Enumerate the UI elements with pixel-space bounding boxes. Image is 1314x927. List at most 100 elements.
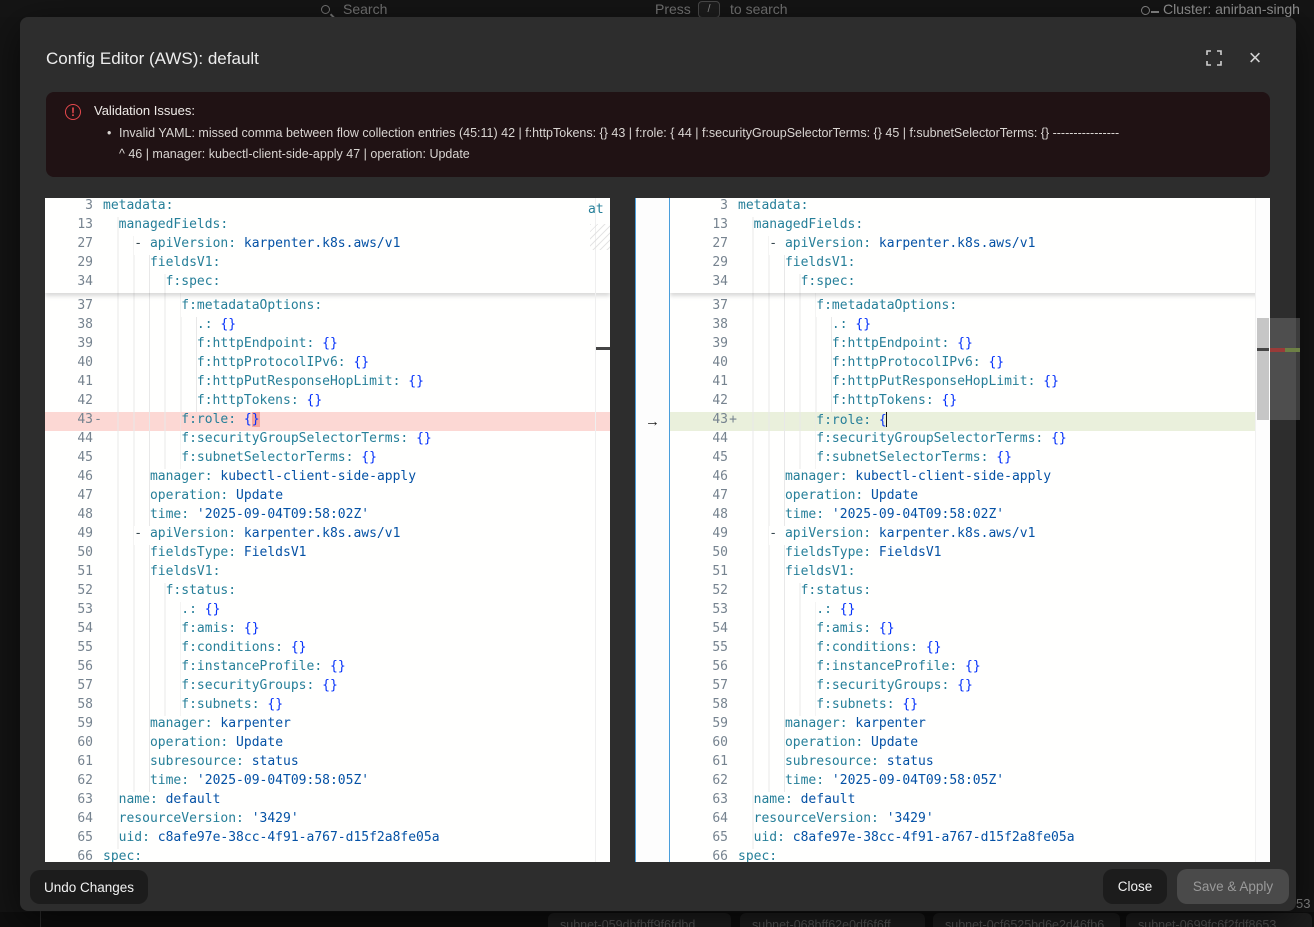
- code-line[interactable]: 58f:subnets: {}: [45, 697, 610, 716]
- code-line-add[interactable]: 43+f:role: {: [670, 412, 1270, 431]
- line-number: 52: [45, 583, 93, 602]
- code-line[interactable]: 64resourceVersion: '3429': [670, 811, 1270, 830]
- diff-sash[interactable]: →: [635, 198, 670, 862]
- code-line[interactable]: 39f:httpEndpoint: {}: [45, 336, 610, 355]
- code-line[interactable]: 54f:amis: {}: [670, 621, 1270, 640]
- code-line[interactable]: 47operation: Update: [670, 488, 1270, 507]
- code-line[interactable]: 65uid: c8afe97e-38cc-4f91-a767-d15f2a8fe…: [670, 830, 1270, 849]
- code-line[interactable]: 38.: {}: [670, 317, 1270, 336]
- close-button[interactable]: Close: [1103, 869, 1167, 904]
- code-line[interactable]: 49- apiVersion: karpenter.k8s.aws/v1: [45, 526, 610, 545]
- line-number: 58: [670, 697, 728, 716]
- revert-change-arrow-icon[interactable]: →: [636, 412, 669, 431]
- code-line[interactable]: 52f:status:: [45, 583, 610, 602]
- sticky-scroll-original[interactable]: 3metadata:13managedFields:27- apiVersion…: [45, 198, 610, 293]
- save-apply-button[interactable]: Save & Apply: [1177, 869, 1289, 904]
- code-line[interactable]: 63name: default: [45, 792, 610, 811]
- code-line[interactable]: 46manager: kubectl-client-side-apply: [45, 469, 610, 488]
- line-number: 62: [45, 773, 93, 792]
- code-line[interactable]: 53.: {}: [670, 602, 1270, 621]
- code-line[interactable]: 29fieldsV1:: [670, 255, 1270, 274]
- scrollbar-track[interactable]: [1255, 198, 1270, 862]
- code-line[interactable]: 13managedFields:: [45, 217, 610, 236]
- code-text: f:conditions: {}: [738, 640, 942, 659]
- code-line[interactable]: 3metadata:: [670, 198, 1270, 217]
- line-number: 49: [45, 526, 93, 545]
- code-line[interactable]: 13managedFields:: [670, 217, 1270, 236]
- code-line[interactable]: 56f:instanceProfile: {}: [45, 659, 610, 678]
- scrollbar-slider[interactable]: [1257, 318, 1269, 420]
- code-line[interactable]: 44f:securityGroupSelectorTerms: {}: [45, 431, 610, 450]
- code-line[interactable]: 37f:metadataOptions:: [670, 298, 1270, 317]
- code-line[interactable]: 27- apiVersion: karpenter.k8s.aws/v1: [45, 236, 610, 255]
- diff-overview-ruler[interactable]: [1270, 198, 1300, 862]
- code-line[interactable]: 42f:httpTokens: {}: [45, 393, 610, 412]
- diff-marker: [728, 255, 738, 274]
- sticky-scroll-modified[interactable]: 3metadata:13managedFields:27- apiVersion…: [670, 198, 1270, 293]
- code-line[interactable]: 34f:spec:: [670, 274, 1270, 293]
- code-line[interactable]: 29fieldsV1:: [45, 255, 610, 274]
- line-number: 40: [670, 355, 728, 374]
- code-line[interactable]: 60operation: Update: [45, 735, 610, 754]
- diff-marker: [728, 735, 738, 754]
- code-line[interactable]: 39f:httpEndpoint: {}: [670, 336, 1270, 355]
- code-line[interactable]: 47operation: Update: [45, 488, 610, 507]
- code-line[interactable]: 3metadata:: [45, 198, 610, 217]
- close-icon[interactable]: ×: [1241, 44, 1269, 72]
- code-line[interactable]: 45f:subnetSelectorTerms: {}: [670, 450, 1270, 469]
- expand-icon[interactable]: [1200, 44, 1228, 72]
- code-line[interactable]: 61subresource: status: [670, 754, 1270, 773]
- code-line[interactable]: 27- apiVersion: karpenter.k8s.aws/v1: [670, 236, 1270, 255]
- code-line[interactable]: 50fieldsType: FieldsV1: [670, 545, 1270, 564]
- code-line[interactable]: 60operation: Update: [670, 735, 1270, 754]
- line-number: 45: [670, 450, 728, 469]
- code-line[interactable]: 40f:httpProtocolIPv6: {}: [45, 355, 610, 374]
- code-line[interactable]: 42f:httpTokens: {}: [670, 393, 1270, 412]
- diff-original-pane[interactable]: 3metadata:13managedFields:27- apiVersion…: [45, 198, 610, 862]
- code-line[interactable]: 37f:metadataOptions:: [45, 298, 610, 317]
- diff-marker: [728, 830, 738, 849]
- code-line[interactable]: 51fieldsV1:: [45, 564, 610, 583]
- code-line[interactable]: 58f:subnets: {}: [670, 697, 1270, 716]
- code-line[interactable]: 59manager: karpenter: [670, 716, 1270, 735]
- code-line[interactable]: 45f:subnetSelectorTerms: {}: [45, 450, 610, 469]
- code-line[interactable]: 55f:conditions: {}: [670, 640, 1270, 659]
- code-line[interactable]: 59manager: karpenter: [45, 716, 610, 735]
- code-line[interactable]: 41f:httpPutResponseHopLimit: {}: [670, 374, 1270, 393]
- code-line[interactable]: 62time: '2025-09-04T09:58:05Z': [45, 773, 610, 792]
- code-line[interactable]: 38.: {}: [45, 317, 610, 336]
- code-line[interactable]: 54f:amis: {}: [45, 621, 610, 640]
- code-line[interactable]: 44f:securityGroupSelectorTerms: {}: [670, 431, 1270, 450]
- code-line[interactable]: 51fieldsV1:: [670, 564, 1270, 583]
- overview-viewport-slider[interactable]: [1270, 318, 1300, 420]
- code-line[interactable]: 56f:instanceProfile: {}: [670, 659, 1270, 678]
- code-line[interactable]: 57f:securityGroups: {}: [45, 678, 610, 697]
- code-line[interactable]: 53.: {}: [45, 602, 610, 621]
- code-line[interactable]: 66spec:: [45, 849, 610, 862]
- code-line[interactable]: 66spec:: [670, 849, 1270, 862]
- code-line[interactable]: 34f:spec:: [45, 274, 610, 293]
- code-line[interactable]: 62time: '2025-09-04T09:58:05Z': [670, 773, 1270, 792]
- code-line[interactable]: 65uid: c8afe97e-38cc-4f91-a767-d15f2a8fe…: [45, 830, 610, 849]
- diff-marker: [93, 792, 103, 811]
- code-line[interactable]: 40f:httpProtocolIPv6: {}: [670, 355, 1270, 374]
- line-number: 64: [670, 811, 728, 830]
- code-line[interactable]: 49- apiVersion: karpenter.k8s.aws/v1: [670, 526, 1270, 545]
- undo-changes-button[interactable]: Undo Changes: [30, 870, 148, 904]
- code-line[interactable]: 64resourceVersion: '3429': [45, 811, 610, 830]
- code-text: f:spec:: [103, 274, 220, 293]
- code-line[interactable]: 52f:status:: [670, 583, 1270, 602]
- code-line[interactable]: 48time: '2025-09-04T09:58:02Z': [45, 507, 610, 526]
- code-line[interactable]: 63name: default: [670, 792, 1270, 811]
- code-line[interactable]: 57f:securityGroups: {}: [670, 678, 1270, 697]
- line-number: 65: [670, 830, 728, 849]
- code-line[interactable]: 46manager: kubectl-client-side-apply: [670, 469, 1270, 488]
- code-line[interactable]: 41f:httpPutResponseHopLimit: {}: [45, 374, 610, 393]
- code-line-del[interactable]: 43-f:role: {}: [45, 412, 610, 431]
- code-text: fieldsV1:: [738, 255, 855, 274]
- code-line[interactable]: 48time: '2025-09-04T09:58:02Z': [670, 507, 1270, 526]
- code-line[interactable]: 55f:conditions: {}: [45, 640, 610, 659]
- diff-modified-pane[interactable]: 3metadata:13managedFields:27- apiVersion…: [670, 198, 1270, 862]
- code-line[interactable]: 50fieldsType: FieldsV1: [45, 545, 610, 564]
- code-line[interactable]: 61subresource: status: [45, 754, 610, 773]
